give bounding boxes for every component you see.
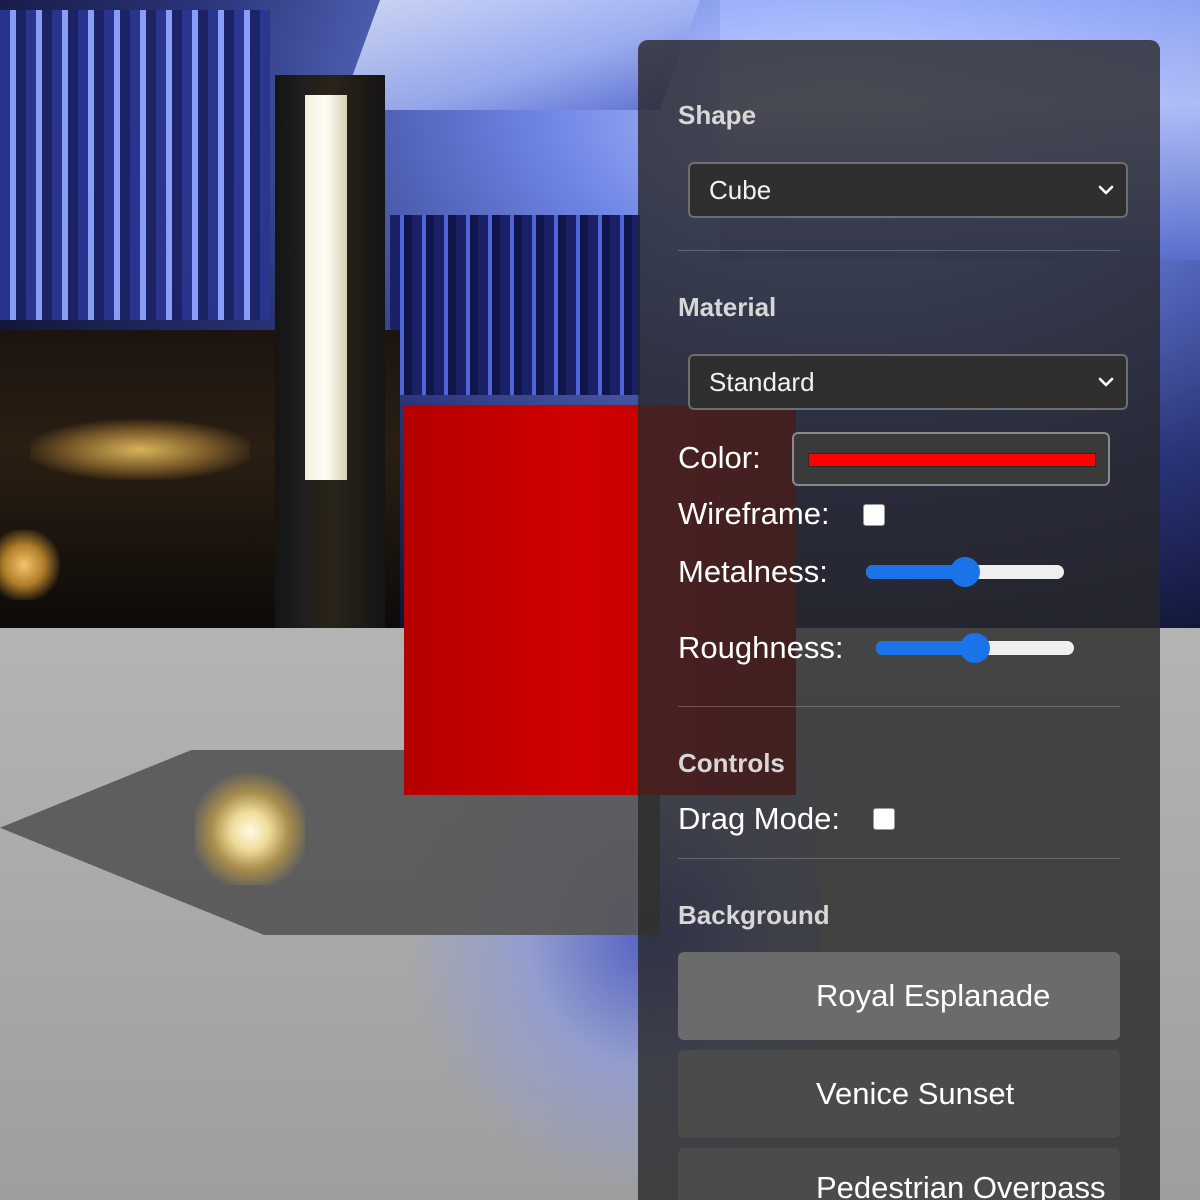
drag-mode-label: Drag Mode: — [678, 801, 840, 836]
gui-panel: Shape Cube Material Standard Color: Wire… — [638, 40, 1160, 1200]
background-option-pedestrian-overpass[interactable]: Pedestrian Overpass — [678, 1148, 1120, 1200]
chevron-down-icon — [1098, 185, 1114, 195]
shape-section-title: Shape — [678, 100, 757, 130]
roughness-slider[interactable] — [876, 633, 1074, 663]
material-select-value: Standard — [709, 367, 815, 397]
drag-mode-checkbox[interactable] — [873, 808, 895, 830]
color-label: Color: — [678, 440, 761, 475]
pillar-light-strip — [305, 95, 347, 480]
louvered-wall-left — [0, 10, 270, 320]
shape-select[interactable]: Cube — [688, 162, 1128, 218]
material-section-title: Material — [678, 292, 777, 322]
roughness-label: Roughness: — [678, 630, 844, 665]
divider — [678, 706, 1120, 707]
wireframe-checkbox[interactable] — [863, 504, 885, 526]
wireframe-label: Wireframe: — [678, 496, 830, 531]
slider-thumb[interactable] — [960, 633, 990, 663]
background-option-royal-esplanade[interactable]: Royal Esplanade — [678, 952, 1120, 1040]
viewport-3d[interactable]: Shape Cube Material Standard Color: Wire… — [0, 0, 1200, 1200]
lamp-glow — [0, 530, 60, 600]
chevron-down-icon — [1098, 377, 1114, 387]
color-swatch — [808, 453, 1096, 467]
background-section-title: Background — [678, 900, 830, 930]
controls-section-title: Controls — [678, 748, 785, 778]
slider-thumb[interactable] — [950, 557, 980, 587]
louvered-wall-center — [390, 215, 640, 395]
mezzanine-light — [30, 420, 250, 480]
metalness-label: Metalness: — [678, 554, 828, 589]
color-picker[interactable] — [792, 432, 1110, 486]
shadow-light-spot — [195, 765, 305, 885]
shape-select-value: Cube — [709, 175, 772, 205]
material-select[interactable]: Standard — [688, 354, 1128, 410]
divider — [678, 250, 1120, 251]
metalness-slider[interactable] — [866, 557, 1064, 587]
divider — [678, 858, 1120, 859]
background-option-venice-sunset[interactable]: Venice Sunset — [678, 1050, 1120, 1138]
